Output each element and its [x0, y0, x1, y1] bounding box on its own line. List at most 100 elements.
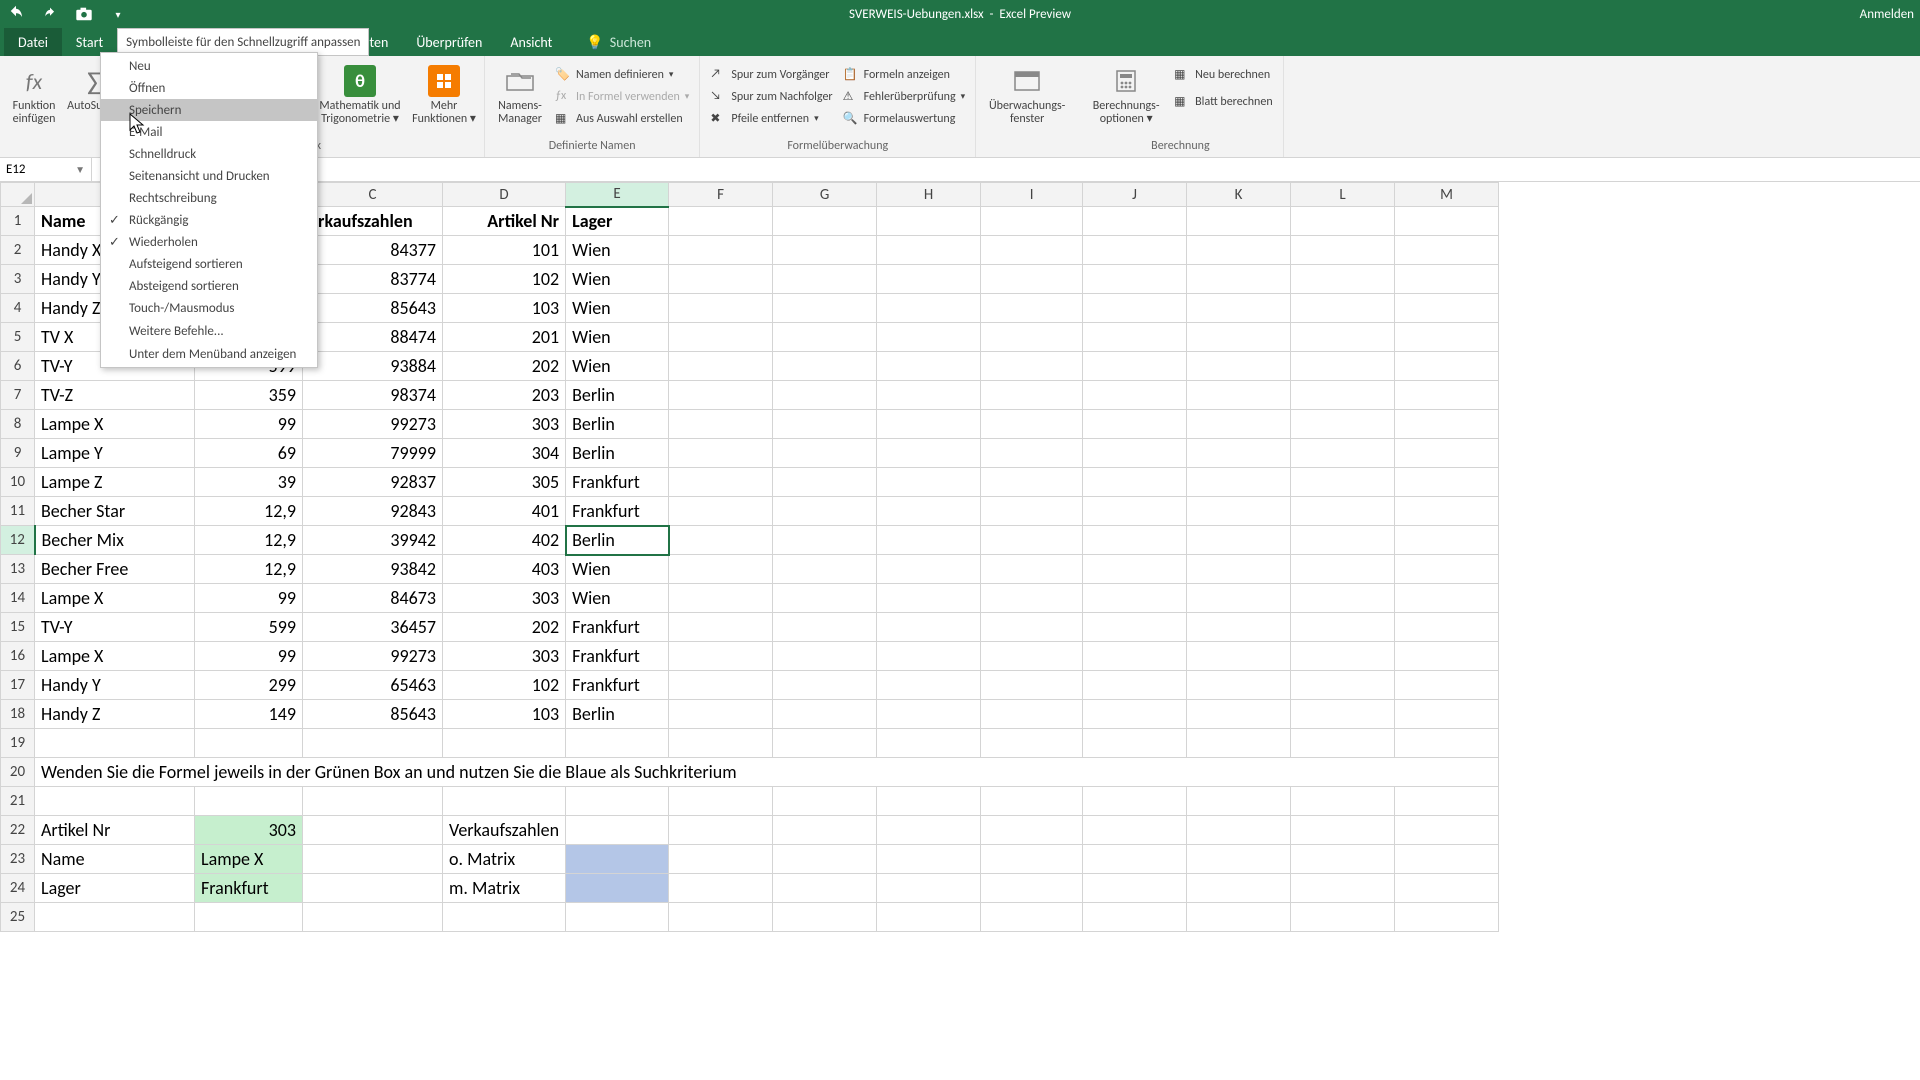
cell[interactable]	[1291, 265, 1395, 294]
cell[interactable]: Becher Mix	[35, 526, 195, 555]
error-checking-button[interactable]: ⚠Fehlerüberprüfung ▾	[843, 86, 966, 107]
cell[interactable]	[1291, 729, 1395, 758]
cell[interactable]	[1083, 410, 1187, 439]
cell[interactable]	[877, 410, 981, 439]
cell[interactable]: Artikel Nr	[443, 207, 566, 236]
cell[interactable]: Lampe Z	[35, 468, 195, 497]
cell[interactable]: Wien	[566, 555, 669, 584]
cell[interactable]	[1083, 642, 1187, 671]
sign-in-link[interactable]: Anmelden	[1860, 7, 1914, 22]
cell[interactable]: 303	[443, 410, 566, 439]
cell[interactable]	[1083, 236, 1187, 265]
col-header-J[interactable]: J	[1083, 183, 1187, 207]
cell[interactable]	[1291, 584, 1395, 613]
cell[interactable]: 84673	[303, 584, 443, 613]
cell[interactable]	[669, 584, 773, 613]
cell[interactable]: 85643	[303, 700, 443, 729]
cell[interactable]: Wien	[566, 265, 669, 294]
cell[interactable]	[773, 526, 877, 555]
menu-item-rechtschreibung[interactable]: Rechtschreibung	[101, 187, 317, 209]
cell[interactable]	[773, 410, 877, 439]
cell[interactable]: Wien	[566, 352, 669, 381]
define-name-button[interactable]: 🏷️Namen definieren ▾	[555, 64, 689, 85]
cell[interactable]	[669, 352, 773, 381]
cell[interactable]	[35, 729, 195, 758]
cell[interactable]	[1187, 700, 1291, 729]
cell[interactable]	[773, 845, 877, 874]
cell[interactable]: 299	[195, 671, 303, 700]
cell[interactable]	[981, 236, 1083, 265]
cell[interactable]	[773, 729, 877, 758]
cell[interactable]	[1291, 874, 1395, 903]
cell[interactable]	[1187, 410, 1291, 439]
cell[interactable]: Wien	[566, 323, 669, 352]
cell[interactable]	[1187, 642, 1291, 671]
cell[interactable]	[1291, 903, 1395, 932]
cell[interactable]	[1083, 207, 1187, 236]
cell[interactable]	[1187, 323, 1291, 352]
cell[interactable]	[1187, 294, 1291, 323]
cell[interactable]	[877, 526, 981, 555]
cell[interactable]	[1083, 787, 1187, 816]
cell[interactable]	[669, 468, 773, 497]
cell[interactable]	[773, 642, 877, 671]
cell[interactable]	[303, 903, 443, 932]
cell[interactable]	[1187, 497, 1291, 526]
cell[interactable]: Frankfurt	[566, 671, 669, 700]
cell[interactable]: 85643	[303, 294, 443, 323]
cell[interactable]	[443, 903, 566, 932]
cell[interactable]	[1083, 584, 1187, 613]
cell[interactable]	[1083, 671, 1187, 700]
tell-me-search[interactable]: 💡 Suchen	[586, 28, 651, 56]
cell[interactable]	[1083, 700, 1187, 729]
cell[interactable]: 101	[443, 236, 566, 265]
cell[interactable]: 93842	[303, 555, 443, 584]
cell[interactable]	[1187, 265, 1291, 294]
cell[interactable]: 202	[443, 613, 566, 642]
cell[interactable]: 99	[195, 410, 303, 439]
cell[interactable]: TV-Y	[35, 613, 195, 642]
cell[interactable]	[566, 729, 669, 758]
cell[interactable]	[35, 903, 195, 932]
cell[interactable]: 303	[443, 584, 566, 613]
cell[interactable]: 201	[443, 323, 566, 352]
cell[interactable]: 12,9	[195, 526, 303, 555]
create-from-selection-button[interactable]: ▦Aus Auswahl erstellen	[555, 108, 689, 129]
menu-item-speichern[interactable]: Speichern	[101, 99, 317, 121]
cell[interactable]	[773, 700, 877, 729]
cell[interactable]	[877, 381, 981, 410]
cell[interactable]	[1187, 671, 1291, 700]
camera-icon[interactable]	[74, 4, 94, 24]
cell[interactable]: 65463	[303, 671, 443, 700]
cell[interactable]	[1291, 381, 1395, 410]
cell[interactable]	[1083, 381, 1187, 410]
cell[interactable]	[669, 555, 773, 584]
cell[interactable]	[1291, 207, 1395, 236]
cell[interactable]	[981, 410, 1083, 439]
cell[interactable]	[566, 903, 669, 932]
cell[interactable]: Wien	[566, 584, 669, 613]
cell[interactable]	[1395, 845, 1499, 874]
cell[interactable]	[1187, 787, 1291, 816]
cell[interactable]	[1395, 729, 1499, 758]
row-header[interactable]: 5	[1, 323, 35, 352]
cell[interactable]	[1291, 845, 1395, 874]
cell[interactable]: 303	[195, 816, 303, 845]
cell[interactable]: 99	[195, 584, 303, 613]
cell[interactable]	[669, 613, 773, 642]
cell[interactable]	[1291, 642, 1395, 671]
name-manager-button[interactable]: Namens-Manager	[491, 62, 549, 126]
menu-item-seitenansicht[interactable]: Seitenansicht und Drucken	[101, 165, 317, 187]
cell[interactable]: 599	[195, 613, 303, 642]
cell[interactable]	[773, 207, 877, 236]
cell[interactable]: Berlin	[566, 381, 669, 410]
cell[interactable]	[1083, 294, 1187, 323]
cell[interactable]	[877, 845, 981, 874]
cell[interactable]	[773, 497, 877, 526]
cell[interactable]	[1083, 816, 1187, 845]
row-header[interactable]: 22	[1, 816, 35, 845]
row-header[interactable]: 20	[1, 758, 35, 787]
cell[interactable]	[1083, 352, 1187, 381]
cell[interactable]: Handy Z	[35, 700, 195, 729]
cell[interactable]	[195, 787, 303, 816]
